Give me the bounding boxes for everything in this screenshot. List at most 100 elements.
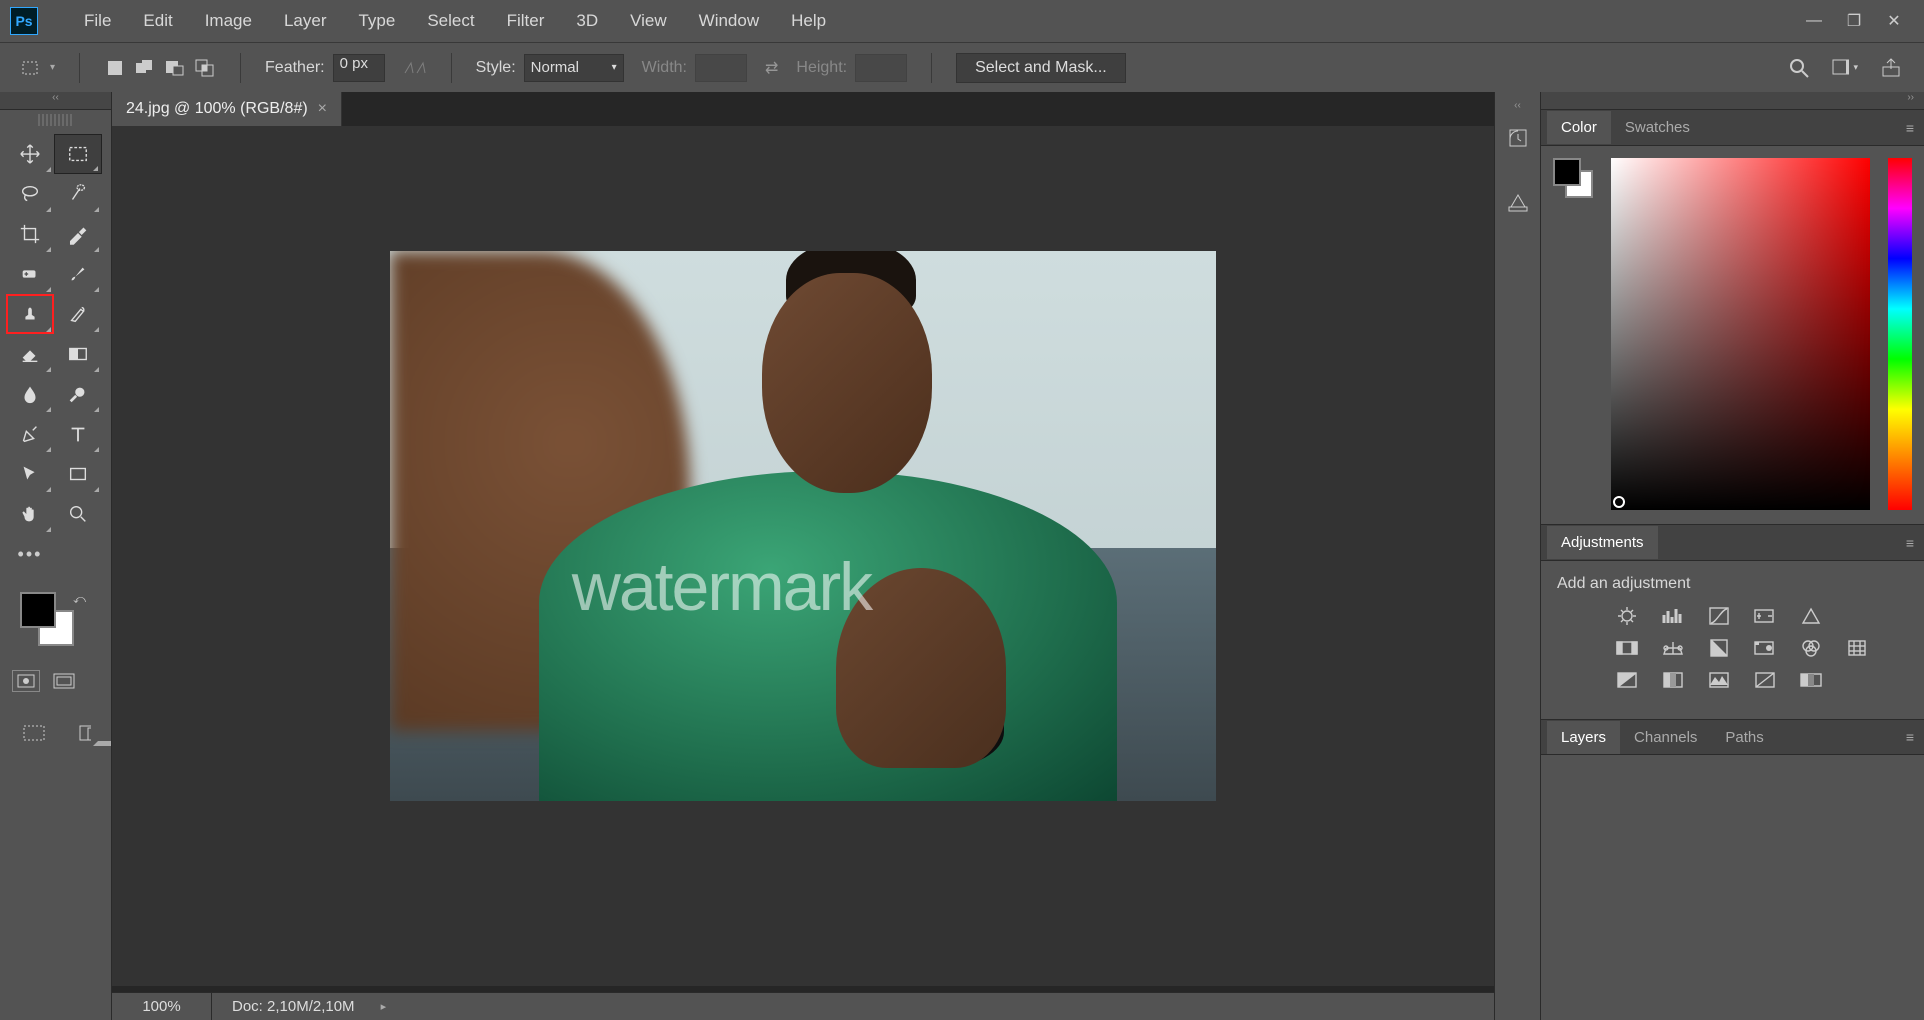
foreground-color[interactable] [20, 592, 56, 628]
pen-tool[interactable] [6, 414, 54, 454]
subtract-selection-icon[interactable] [164, 57, 186, 79]
share-icon[interactable] [1878, 55, 1904, 81]
type-tool[interactable] [54, 414, 102, 454]
expand-dock-icon[interactable]: ‹‹ [1514, 100, 1521, 116]
menu-help[interactable]: Help [775, 3, 842, 39]
vibrance-icon[interactable] [1797, 605, 1825, 627]
menu-image[interactable]: Image [189, 3, 268, 39]
healing-brush-tool[interactable] [6, 254, 54, 294]
panel-grip[interactable] [38, 114, 73, 126]
menu-view[interactable]: View [614, 3, 683, 39]
tab-color[interactable]: Color [1547, 111, 1611, 144]
tab-channels[interactable]: Channels [1620, 721, 1711, 754]
foreground-background-swatch[interactable]: ⤺ [20, 592, 80, 652]
workspace-switcher[interactable]: ▾ [1832, 55, 1858, 81]
eyedropper-tool[interactable] [54, 214, 102, 254]
zoom-tool[interactable] [54, 494, 102, 534]
gradient-tool[interactable] [54, 334, 102, 374]
close-tab-icon[interactable]: × [318, 100, 327, 118]
panel-menu-icon[interactable]: ≡ [1906, 729, 1914, 745]
menu-layer[interactable]: Layer [268, 3, 343, 39]
blur-tool[interactable] [6, 374, 54, 414]
panel-menu-icon[interactable]: ≡ [1906, 120, 1914, 136]
color-balance-icon[interactable] [1659, 637, 1687, 659]
history-brush-tool[interactable] [54, 294, 102, 334]
history-panel-icon[interactable] [1500, 116, 1536, 160]
black-white-icon[interactable] [1705, 637, 1733, 659]
collapsed-dock: ‹‹ [1495, 92, 1541, 1020]
rectangle-tool[interactable] [54, 454, 102, 494]
menu-window[interactable]: Window [683, 3, 775, 39]
quick-mask-mode-icon[interactable] [50, 670, 78, 692]
menu-3d[interactable]: 3D [560, 3, 614, 39]
document-info[interactable]: Doc: 2,10M/2,10M [212, 998, 375, 1015]
levels-icon[interactable] [1659, 605, 1687, 627]
menu-type[interactable]: Type [342, 3, 411, 39]
brightness-contrast-icon[interactable] [1613, 605, 1641, 627]
menu-filter[interactable]: Filter [491, 3, 561, 39]
screen-mode-icon[interactable] [18, 722, 49, 746]
move-tool[interactable] [6, 134, 54, 174]
hue-slider[interactable] [1888, 158, 1912, 510]
properties-panel-icon[interactable] [1500, 180, 1536, 224]
tab-adjustments[interactable]: Adjustments [1547, 526, 1658, 559]
search-icon[interactable] [1786, 55, 1812, 81]
exposure-icon[interactable] [1751, 605, 1779, 627]
lasso-tool[interactable] [6, 174, 54, 214]
status-bar: 100% Doc: 2,10M/2,10M ▸ [112, 992, 1494, 1020]
hand-tool[interactable] [6, 494, 54, 534]
intersect-selection-icon[interactable] [194, 57, 216, 79]
threshold-icon[interactable] [1705, 669, 1733, 691]
change-screen-mode-icon[interactable] [79, 722, 111, 746]
eraser-tool[interactable] [6, 334, 54, 374]
photo-filter-icon[interactable] [1751, 637, 1779, 659]
close-button[interactable]: ✕ [1874, 6, 1914, 36]
selective-color-icon[interactable] [1751, 669, 1779, 691]
document-tab[interactable]: 24.jpg @ 100% (RGB/8#) × [112, 92, 342, 126]
feather-input[interactable]: 0 px [333, 54, 385, 82]
curves-icon[interactable] [1705, 605, 1733, 627]
channel-mixer-icon[interactable] [1797, 637, 1825, 659]
menu-select[interactable]: Select [411, 3, 490, 39]
color-lookup-icon[interactable] [1843, 637, 1871, 659]
app-logo: Ps [10, 7, 38, 35]
path-selection-tool[interactable] [6, 454, 54, 494]
zoom-level[interactable]: 100% [112, 993, 212, 1020]
edit-toolbar[interactable]: ••• [6, 534, 54, 574]
dodge-tool[interactable] [54, 374, 102, 414]
select-and-mask-button[interactable]: Select and Mask... [956, 53, 1126, 83]
info-flyout-icon[interactable]: ▸ [381, 1000, 387, 1013]
brush-tool[interactable] [54, 254, 102, 294]
tab-swatches[interactable]: Swatches [1611, 111, 1704, 144]
posterize-icon[interactable] [1659, 669, 1687, 691]
height-label: Height: [796, 59, 847, 77]
menu-file[interactable]: File [68, 3, 127, 39]
standard-mode-icon[interactable] [12, 670, 40, 692]
style-select[interactable]: Normal▾ [524, 54, 624, 82]
canvas-viewport[interactable]: watermark [112, 126, 1494, 986]
gradient-map-icon[interactable] [1797, 669, 1825, 691]
image-canvas[interactable]: watermark [390, 251, 1216, 801]
new-selection-icon[interactable] [104, 57, 126, 79]
rectangular-marquee-tool[interactable] [54, 134, 102, 174]
maximize-button[interactable]: ❐ [1834, 6, 1874, 36]
tab-layers[interactable]: Layers [1547, 721, 1620, 754]
width-label: Width: [642, 59, 687, 77]
quick-selection-tool[interactable] [54, 174, 102, 214]
panel-menu-icon[interactable]: ≡ [1906, 535, 1914, 551]
tool-preset-picker[interactable]: ▾ [20, 59, 55, 77]
hue-saturation-icon[interactable] [1613, 637, 1641, 659]
add-selection-icon[interactable] [134, 57, 156, 79]
color-panel-swatch[interactable] [1553, 158, 1593, 198]
collapse-tools-icon[interactable]: ‹‹ [0, 92, 111, 110]
invert-icon[interactable] [1613, 669, 1641, 691]
add-adjustment-label: Add an adjustment [1557, 575, 1908, 593]
minimize-button[interactable]: — [1794, 6, 1834, 36]
collapse-panels-icon[interactable]: ›› [1541, 92, 1924, 110]
color-field[interactable] [1611, 158, 1870, 510]
tab-paths[interactable]: Paths [1711, 721, 1777, 754]
menu-edit[interactable]: Edit [127, 3, 188, 39]
swap-colors-icon[interactable]: ⤺ [73, 592, 86, 607]
clone-stamp-tool[interactable] [6, 294, 54, 334]
crop-tool[interactable] [6, 214, 54, 254]
